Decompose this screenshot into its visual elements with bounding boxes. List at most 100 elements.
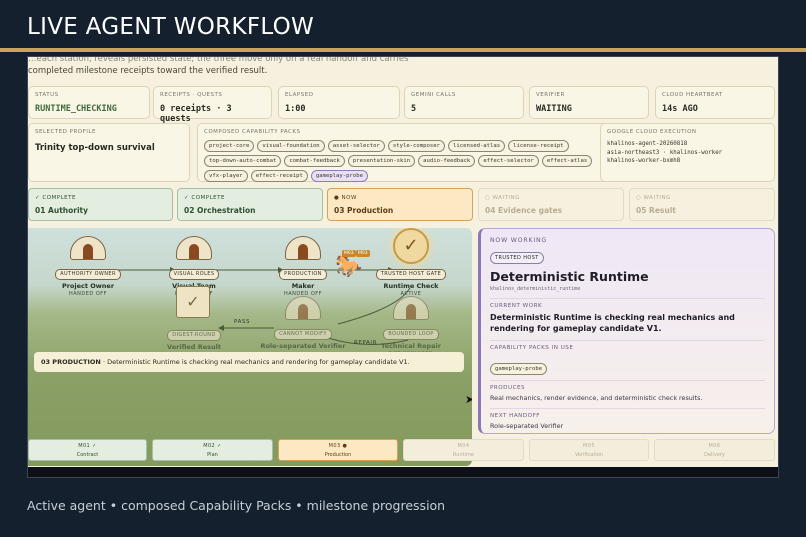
stage-name: 02 Orchestration (184, 206, 256, 215)
pack-chip[interactable]: combat-feedback (284, 155, 345, 167)
station-house-icon (393, 296, 429, 320)
current-work-label: CURRENT WORK (490, 303, 543, 309)
milestone-code: M06 (708, 443, 721, 449)
node-tag: VISUAL ROLES (168, 268, 220, 280)
station-house-icon (285, 236, 321, 260)
station-house-icon (176, 236, 212, 260)
horse-tag: M03 (356, 250, 370, 257)
node-project-owner[interactable]: AUTHORITY OWNER Project Owner HANDED OFF (43, 236, 133, 297)
intro-line-2: completed milestone receipts toward the … (28, 66, 268, 76)
milestone-m01[interactable]: M01 ✓ Contract (28, 439, 147, 461)
stage-result[interactable]: ○ WAITING 05 Result (629, 188, 775, 221)
pack-chip[interactable]: licensed-atlas (448, 140, 506, 152)
node-runtime-check[interactable]: TRUSTED HOST GATE Runtime Check ACTIVE (366, 260, 456, 297)
milestone-code: M05 (583, 443, 595, 449)
trusted-host-pill: TRUSTED HOST (490, 252, 544, 264)
edge-label-repair: REPAIR (354, 340, 378, 346)
pack-chip[interactable]: license-receipt (508, 140, 569, 152)
stage-name: 04 Evidence gates (485, 206, 563, 215)
pack-chip[interactable]: audio-feedback (418, 155, 476, 167)
milestone-name: Production (324, 452, 352, 458)
gemini-label: GEMINI CALLS (411, 92, 456, 98)
milestone-m02[interactable]: M02 ✓ Plan (152, 439, 273, 461)
milestone-code: M03 ● (328, 443, 348, 449)
pack-chip[interactable]: style-composer (387, 140, 445, 152)
pack-chip[interactable]: project-core (204, 140, 255, 152)
node-tag: AUTHORITY OWNER (55, 268, 121, 280)
node-state: HANDED OFF (68, 290, 108, 297)
agent-title: Deterministic Runtime (490, 269, 649, 284)
pack-chip[interactable]: effect-selector (478, 155, 539, 167)
production-status-text: · Deterministic Runtime is checking real… (100, 358, 410, 366)
receipts-value: 0 receipts · 3 quests (160, 104, 232, 124)
stage-evidence-gates[interactable]: ○ WAITING 04 Evidence gates (478, 188, 624, 221)
station-house-icon (70, 236, 106, 260)
workflow-screen: …each station, reveals persisted state; … (27, 56, 779, 478)
gcloud-lines: khalinos-agent-20260818 asia-northeast3 … (607, 140, 768, 166)
heartbeat-value: 14s AGO (662, 104, 698, 114)
next-handoff-label: NEXT HANDOFF (490, 413, 541, 419)
pack-chip[interactable]: top-down-auto-combat (204, 155, 282, 167)
screen-bottom-strip (28, 467, 778, 477)
pack-chip[interactable]: effect-atlas (541, 155, 593, 167)
stage-production[interactable]: ● NOW 03 Production (327, 188, 473, 221)
milestone-code: M01 ✓ (78, 443, 97, 449)
node-technical-repair[interactable]: BOUNDED LOOP Technical Repair NOT REQUIR… (366, 296, 456, 357)
packs-chip-list: project-core visual-foundation asset-sel… (204, 140, 594, 182)
now-working-panel: NOW WORKING TRUSTED HOST Deterministic R… (478, 228, 775, 434)
pack-in-use-chip[interactable]: gameplay-probe (490, 363, 548, 375)
gcloud-worker: khalinos-worker-bxmh8 (607, 158, 681, 164)
packs-in-use-label: CAPABILITY PACKS IN USE (490, 345, 574, 351)
stage-status: ✓ COMPLETE (35, 195, 76, 201)
edge-label-pass: PASS (234, 319, 251, 325)
pack-chip-active[interactable]: gameplay-probe (310, 170, 368, 182)
next-handoff-section: NEXT HANDOFF Role-separated Verifier (490, 408, 765, 430)
intro-text: …each station, reveals persisted state; … (28, 57, 768, 77)
elapsed-value: 1:00 (285, 104, 306, 114)
milestone-m04[interactable]: M04 Runtime (403, 439, 524, 461)
produces-label: PRODUCES (490, 385, 526, 391)
packs-label: COMPOSED CAPABILITY PACKS (204, 129, 301, 135)
verifier-label: VERIFIER (536, 92, 565, 98)
node-tag: BOUNDED LOOP (383, 328, 439, 340)
status-value: RUNTIME_CHECKING (35, 104, 117, 114)
stage-status: ✓ COMPLETE (184, 195, 225, 201)
elapsed-label: ELAPSED (285, 92, 314, 98)
produces-text: Real mechanics, render evidence, and det… (490, 394, 703, 402)
receipts-label: RECEIPTS · QUESTS (160, 92, 223, 98)
pack-chip[interactable]: asset-selector (327, 140, 385, 152)
pack-chip[interactable]: visual-foundation (257, 140, 325, 152)
milestone-m03[interactable]: M03 ● Production (278, 439, 398, 461)
production-status-bar: 03 PRODUCTION · Deterministic Runtime is… (34, 352, 464, 372)
runner-horse-icon: 🐎 (335, 254, 363, 279)
node-name: Verified Result (167, 342, 221, 351)
next-handoff-text: Role-separated Verifier (490, 422, 564, 430)
node-name: Technical Repair (381, 341, 441, 350)
milestone-m05[interactable]: M05 Verification (529, 439, 649, 461)
stage-orchestration[interactable]: ✓ COMPLETE 02 Orchestration (177, 188, 323, 221)
node-name: Role-separated Verifier (260, 341, 346, 350)
profile-label: SELECTED PROFILE (35, 129, 96, 135)
stage-authority[interactable]: ✓ COMPLETE 01 Authority (28, 188, 173, 221)
node-verifier[interactable]: CANNOT MODIFY Role-separated Verifier (258, 296, 348, 350)
node-tag: CANNOT MODIFY (274, 328, 332, 340)
node-name: Maker (291, 281, 315, 290)
slide-caption: Active agent • composed Capability Packs… (27, 498, 446, 513)
stage-name: 01 Authority (35, 206, 89, 215)
pack-chip[interactable]: vfx-player (204, 170, 248, 182)
verifier-value: WAITING (536, 104, 572, 114)
stage-status: ● NOW (334, 195, 357, 201)
status-label: STATUS (35, 92, 59, 98)
milestone-name: Contract (76, 452, 99, 458)
slide-title: LIVE AGENT WORKFLOW (27, 14, 315, 40)
agent-id: khalinos_deterministic_runtime (490, 286, 581, 292)
pack-chip[interactable]: effect-receipt (250, 170, 308, 182)
milestone-m06[interactable]: M06 Delivery (654, 439, 775, 461)
stage-name: 03 Production (334, 206, 394, 215)
milestone-name: Delivery (704, 452, 725, 458)
node-verified-result[interactable]: DIGEST-ROUND Verified Result (149, 321, 239, 351)
now-working-label: NOW WORKING (490, 237, 547, 244)
milestone-name: Plan (207, 452, 218, 458)
pack-chip[interactable]: presentation-skin (347, 155, 416, 167)
gcloud-label: GOOGLE CLOUD EXECUTION (607, 129, 697, 135)
